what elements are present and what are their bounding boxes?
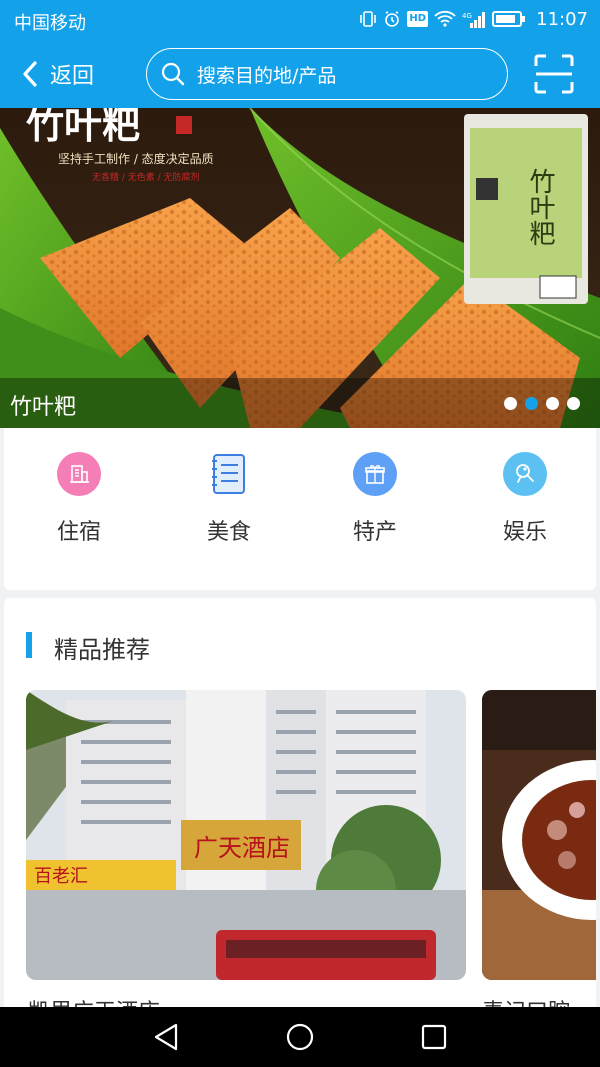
vibrate-icon [360,11,377,27]
section-title: 精品推荐 [54,636,150,664]
banner-carousel[interactable]: 竹叶粑 坚持手工制作 / 态度决定品质 无香精 / 无色素 / 无防腐剂 竹叶粑… [0,108,600,428]
carousel-dot[interactable] [567,397,580,410]
shop-sign: 百老汇 [34,866,88,887]
food-photo [482,690,596,980]
category-hotel[interactable]: 住宿 [29,452,129,546]
carousel-dots [504,397,580,410]
back-button[interactable]: 返回 [22,56,94,92]
carrier-name: 中国移动 [14,13,86,34]
notebook-icon [207,452,251,496]
signal-icon: 4G [462,12,485,28]
category-food[interactable]: 美食 [179,452,279,546]
recommend-item-food[interactable] [482,690,596,980]
wifi-icon [434,10,456,27]
banner-caption-bar: 竹叶粑 [0,378,600,428]
alarm-icon [385,11,400,27]
category-label: 住宿 [56,520,101,545]
section-accent-bar [26,632,32,658]
search-input[interactable]: 搜索目的地/产品 [146,48,508,100]
banner-sub: 无香精 / 无色素 / 无防腐剂 [92,171,200,183]
carousel-dot[interactable] [546,397,559,410]
carousel-dot[interactable] [525,397,538,410]
category-label: 娱乐 [502,520,547,545]
category-entertainment[interactable]: 娱乐 [475,452,575,546]
category-label: 特产 [352,520,397,545]
recommend-section: 精品推荐 广天酒店 百老汇 [4,598,596,1018]
status-bar: 中国移动 HD 4G 11:07 [0,0,600,40]
category-label: 美食 [206,520,251,545]
package-text: 竹叶粑 [525,168,555,246]
banner-headline: 竹叶粑 [26,108,140,147]
clock: 11:07 [536,9,588,30]
battery-icon [492,11,525,27]
back-label: 返回 [50,64,95,89]
banner-caption: 竹叶粑 [10,395,77,420]
status-icons: HD 4G [359,10,525,28]
hd-badge: HD [407,11,428,27]
scan-icon[interactable] [534,54,574,94]
carousel-dot[interactable] [504,397,517,410]
hotel-icon [57,452,101,496]
hotel-sign: 广天酒店 [194,834,290,862]
network-type: 4G [462,12,472,20]
nav-back-icon[interactable] [150,1021,182,1053]
search-placeholder: 搜索目的地/产品 [197,64,337,87]
nav-home-icon[interactable] [284,1021,316,1053]
category-specialty[interactable]: 特产 [325,452,425,546]
hotel-photo: 广天酒店 百老汇 [26,690,466,980]
nav-recents-icon[interactable] [418,1021,450,1053]
battery-level [496,15,515,23]
search-icon [161,62,185,86]
back-chevron-icon [23,61,37,87]
entertainment-icon [503,452,547,496]
system-nav-bar [0,1007,600,1067]
banner-slogan: 坚持手工制作 / 态度决定品质 [58,151,214,166]
header: 返回 搜索目的地/产品 [0,40,600,108]
gift-icon [353,452,397,496]
category-card: 住宿 美食 特产 娱乐 [4,428,596,590]
recommend-item-hotel[interactable]: 广天酒店 百老汇 [26,690,466,980]
